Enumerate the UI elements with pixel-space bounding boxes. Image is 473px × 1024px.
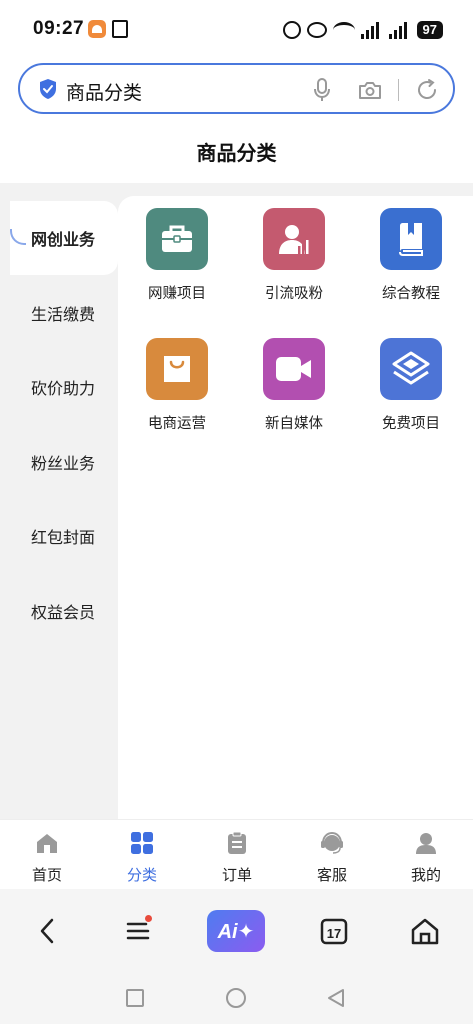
browser-toolbar: Ai✦ 17 bbox=[0, 889, 473, 972]
category-item-ecommerce[interactable]: 电商运营 bbox=[127, 338, 227, 433]
menu-icon bbox=[126, 922, 150, 940]
menu-button[interactable] bbox=[118, 911, 158, 951]
sidebar-item-bargain[interactable]: 砍价助力 bbox=[0, 350, 118, 424]
nav-orders[interactable]: 订单 bbox=[197, 820, 277, 890]
status-time: 09:27 bbox=[33, 18, 85, 39]
calendar-icon: 17 bbox=[320, 918, 348, 945]
search-bar[interactable]: 商品分类 bbox=[18, 63, 455, 114]
nav-profile[interactable]: 我的 bbox=[386, 820, 466, 890]
chevron-left-icon bbox=[40, 918, 54, 944]
system-home-icon[interactable] bbox=[226, 988, 246, 1008]
clipboard-icon bbox=[228, 831, 246, 854]
wifi-icon bbox=[332, 22, 355, 38]
nav-category[interactable]: 分类 bbox=[102, 820, 182, 890]
nav-home[interactable]: 首页 bbox=[7, 820, 87, 890]
sidebar-item-label: 生活缴费 bbox=[31, 307, 96, 324]
sidebar-item-label: 粉丝业务 bbox=[31, 456, 96, 473]
shield-icon bbox=[40, 79, 56, 99]
search-input[interactable]: 商品分类 bbox=[66, 78, 142, 105]
nav-label: 我的 bbox=[410, 867, 441, 884]
sidebar-item-membership[interactable]: 权益会员 bbox=[0, 574, 118, 648]
category-panel: 网赚项目 引流吸粉 综合教程 电商运营 新自媒体 免费项目 bbox=[118, 196, 473, 819]
layers-icon bbox=[380, 338, 442, 400]
sidebar-item-label: 红包封面 bbox=[31, 530, 96, 547]
sidebar-item-label: 权益会员 bbox=[31, 605, 96, 622]
system-nav-bar bbox=[0, 972, 473, 1024]
search-divider bbox=[398, 79, 399, 101]
book-icon bbox=[380, 208, 442, 270]
category-item-wangzhuan[interactable]: 网赚项目 bbox=[127, 208, 227, 303]
briefcase-icon bbox=[146, 208, 208, 270]
category-content: 网创业务 生活缴费 砍价助力 粉丝业务 红包封面 权益会员 网赚项目 引流吸粉 … bbox=[0, 183, 473, 819]
category-item-yinliu[interactable]: 引流吸粉 bbox=[244, 208, 344, 303]
status-indicators: 97 bbox=[282, 18, 443, 42]
recent-apps-icon[interactable] bbox=[126, 989, 144, 1007]
back-button[interactable] bbox=[27, 911, 67, 951]
category-label: 网赚项目 bbox=[148, 286, 206, 302]
category-sidebar: 网创业务 生活缴费 砍价助力 粉丝业务 红包封面 权益会员 bbox=[0, 183, 118, 819]
home-outline-icon bbox=[411, 918, 439, 945]
category-label: 免费项目 bbox=[382, 416, 440, 432]
status-bar: 09:27 97 bbox=[0, 0, 473, 60]
grid-icon bbox=[131, 832, 153, 854]
category-item-tutorials[interactable]: 综合教程 bbox=[361, 208, 461, 303]
category-label: 电商运营 bbox=[148, 416, 206, 432]
sim-card-icon bbox=[112, 20, 128, 38]
nav-support[interactable]: 客服 bbox=[292, 820, 372, 890]
page-title: 商品分类 bbox=[196, 143, 277, 165]
bottom-nav: 首页 分类 订单 客服 我的 bbox=[0, 819, 473, 889]
category-item-free[interactable]: 免费项目 bbox=[361, 338, 461, 433]
home-icon bbox=[37, 834, 57, 853]
sidebar-item-red-packet[interactable]: 红包封面 bbox=[0, 499, 118, 573]
signal-5g-icon bbox=[388, 21, 411, 39]
shopping-bag-icon bbox=[146, 338, 208, 400]
calendar-button[interactable]: 17 bbox=[314, 911, 354, 951]
user-growth-icon bbox=[263, 208, 325, 270]
system-back-icon[interactable] bbox=[326, 988, 346, 1008]
nav-label: 首页 bbox=[31, 867, 62, 884]
category-item-media[interactable]: 新自媒体 bbox=[244, 338, 344, 433]
person-icon bbox=[416, 833, 436, 854]
notification-dot bbox=[145, 915, 152, 922]
sidebar-item-label: 砍价助力 bbox=[31, 381, 96, 398]
sidebar-item-wangchuang[interactable]: 网创业务 bbox=[10, 201, 118, 275]
hotspot-icon bbox=[306, 22, 327, 38]
camera-icon[interactable] bbox=[358, 80, 382, 100]
category-label: 综合教程 bbox=[382, 286, 440, 302]
category-label: 新自媒体 bbox=[265, 416, 323, 432]
home-button[interactable] bbox=[405, 911, 445, 951]
nav-label: 订单 bbox=[221, 867, 252, 884]
video-camera-icon bbox=[263, 338, 325, 400]
nav-label: 客服 bbox=[316, 867, 347, 884]
sidebar-item-fans[interactable]: 粉丝业务 bbox=[0, 425, 118, 499]
calendar-day: 17 bbox=[327, 926, 341, 941]
battery-level: 97 bbox=[416, 21, 443, 39]
nav-label: 分类 bbox=[126, 867, 157, 884]
sidebar-item-living-payment[interactable]: 生活缴费 bbox=[0, 276, 118, 350]
alarm-icon bbox=[282, 21, 301, 39]
ai-assistant-button[interactable]: Ai✦ bbox=[207, 910, 265, 952]
signal-5g-icon bbox=[360, 21, 383, 39]
sidebar-item-label: 网创业务 bbox=[31, 232, 96, 249]
microphone-icon[interactable] bbox=[312, 77, 332, 103]
refresh-icon[interactable] bbox=[415, 78, 439, 102]
headset-icon bbox=[321, 831, 343, 854]
category-label: 引流吸粉 bbox=[265, 286, 323, 302]
app-notification-icon bbox=[88, 20, 106, 38]
